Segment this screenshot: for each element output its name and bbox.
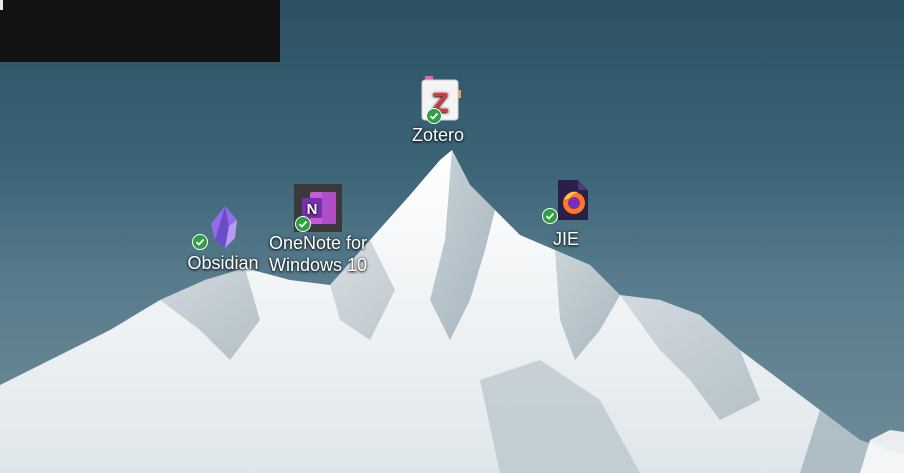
zotero-icon: Z bbox=[414, 76, 462, 124]
sync-check-icon bbox=[295, 216, 311, 232]
desktop-icon-onenote[interactable]: N OneNote for Windows 10 bbox=[262, 184, 374, 276]
firefox-file-icon bbox=[542, 178, 590, 226]
desktop-icon-zotero[interactable]: Z Zotero bbox=[402, 76, 474, 146]
icon-label: Obsidian bbox=[187, 253, 259, 273]
onenote-icon: N bbox=[294, 184, 342, 232]
mountain-wallpaper bbox=[0, 150, 904, 473]
text-caret bbox=[0, 0, 3, 10]
icon-label-line-2: Windows 10 bbox=[268, 255, 368, 275]
desktop-icon-jie[interactable]: JIE bbox=[534, 178, 598, 250]
icon-label: Zotero bbox=[411, 125, 465, 145]
desktop-icon-obsidian[interactable]: Obsidian bbox=[180, 204, 266, 274]
icon-label: JIE bbox=[552, 229, 579, 249]
icon-label-line-1: OneNote for bbox=[268, 233, 368, 253]
desktop: Z Zotero N OneNote for Windows 10 Obsidi… bbox=[0, 0, 904, 473]
svg-text:N: N bbox=[307, 201, 318, 218]
black-overlay-window bbox=[0, 0, 280, 62]
obsidian-icon bbox=[192, 204, 247, 252]
sync-check-icon bbox=[426, 108, 442, 124]
sync-check-icon bbox=[542, 208, 558, 224]
sync-check-icon bbox=[192, 234, 208, 250]
